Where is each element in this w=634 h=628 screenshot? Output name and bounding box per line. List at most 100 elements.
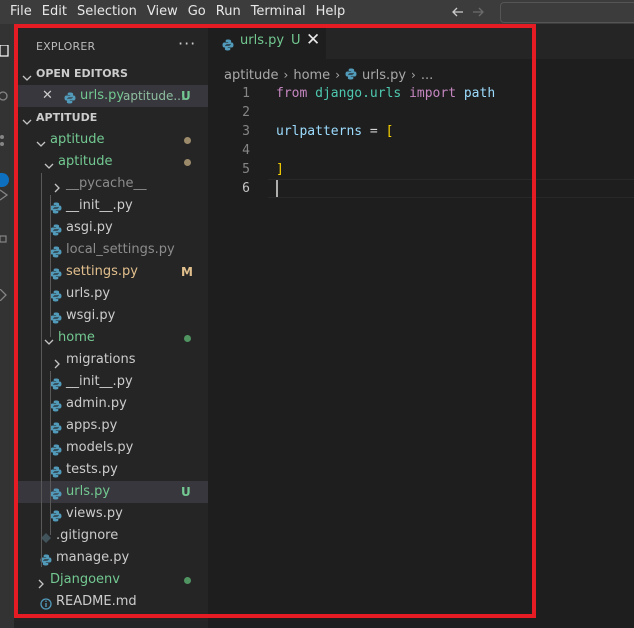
code-token: urlpatterns: [276, 124, 363, 139]
tree-item-gitignore[interactable]: .gitignore: [14, 525, 208, 547]
explorer-sidebar: EXPLORER ··· OPEN EDITORS ✕ urls.py aptitud…: [14, 24, 208, 628]
menu-edit[interactable]: Edit: [37, 0, 72, 24]
tab-urls-py[interactable]: urls.py U ✕: [208, 24, 326, 59]
breadcrumb: aptitude › home › urls.py ›...: [224, 65, 433, 85]
tree-item-urls-py[interactable]: urls.py U: [14, 481, 208, 503]
tree-item-admin-py[interactable]: admin.py: [14, 393, 208, 415]
extensions-icon[interactable]: [0, 231, 10, 243]
status-badge: M: [181, 265, 193, 279]
tree-item-label: Djangoenv: [50, 572, 120, 587]
tree-item-urls-py[interactable]: urls.py: [14, 283, 208, 305]
python-file-icon: [50, 244, 62, 258]
menu-help[interactable]: Help: [311, 0, 351, 24]
chevron-down-icon: [36, 135, 46, 147]
remote-icon[interactable]: [0, 286, 10, 302]
more-actions-icon[interactable]: ···: [178, 34, 196, 53]
close-icon[interactable]: ✕: [42, 85, 53, 107]
code-token: [: [385, 124, 394, 139]
tree-item-label: tests.py: [66, 462, 118, 477]
python-file-icon: [50, 398, 62, 412]
run-debug-icon[interactable]: [0, 186, 10, 201]
breadcrumb-item[interactable]: aptitude: [224, 68, 279, 83]
explorer-icon[interactable]: [0, 42, 10, 57]
python-file-icon: [50, 508, 62, 522]
code-token: import: [409, 86, 457, 101]
chevron-down-icon: [44, 157, 54, 169]
python-file-icon: [50, 266, 62, 280]
tree-item-label: models.py: [66, 440, 134, 455]
tree-item-readme-md[interactable]: README.md: [14, 591, 208, 613]
line-number: 6: [242, 181, 250, 196]
section-aptitude[interactable]: APTITUDE: [14, 107, 208, 129]
tree-item-aptitude[interactable]: aptitude: [14, 151, 208, 173]
tree-item-init-py[interactable]: __init__.py: [14, 371, 208, 393]
menu-file[interactable]: File: [0, 0, 37, 24]
code-line: 1 from django.urls import path: [208, 84, 634, 103]
indent-guide: [50, 195, 51, 337]
menu-run[interactable]: Run: [211, 0, 246, 24]
chevron-right-icon: [36, 575, 46, 589]
tree-item-label: wsgi.py: [66, 308, 116, 323]
tree-item-views-py[interactable]: views.py: [14, 503, 208, 525]
breadcrumb-item[interactable]: ...: [421, 68, 433, 83]
tree-item-wsgi-py[interactable]: wsgi.py: [14, 305, 208, 327]
python-file-icon: [50, 420, 62, 434]
tree-item-init-py[interactable]: __init__.py: [14, 195, 208, 217]
python-file-icon: [64, 90, 76, 104]
tree-item-tests-py[interactable]: tests.py: [14, 459, 208, 481]
tree-item-label: README.md: [56, 594, 137, 609]
command-center[interactable]: [500, 2, 634, 23]
code-text: ]: [276, 160, 284, 179]
breadcrumb-item[interactable]: home: [293, 68, 330, 83]
menu-terminal[interactable]: Terminal: [246, 0, 311, 24]
tree-item-label: __init__.py: [66, 374, 133, 389]
tree-item-aptitude[interactable]: aptitude: [14, 129, 208, 151]
python-file-icon: [50, 310, 62, 324]
breadcrumb-separator-icon: ›: [411, 68, 416, 82]
code-line: 6: [208, 179, 634, 198]
indent-guide: [41, 173, 42, 567]
python-file-icon: [50, 200, 62, 214]
tree-item-apps-py[interactable]: apps.py: [14, 415, 208, 437]
code-line: 3 urlpatterns = [: [208, 122, 634, 141]
tab-label: urls.py: [240, 33, 285, 48]
activity-bar: [0, 24, 14, 628]
back-arrow-icon[interactable]: [450, 4, 466, 20]
tree-item-label: manage.py: [56, 550, 130, 565]
tree-item-home[interactable]: home: [14, 327, 208, 349]
tree-item-settings-py[interactable]: settings.py M: [14, 261, 208, 283]
tree-item-label: .gitignore: [56, 528, 119, 543]
menu-selection[interactable]: Selection: [72, 0, 142, 24]
source-control-icon[interactable]: [0, 131, 10, 146]
tree-item-local-settings-py[interactable]: local_settings.py: [14, 239, 208, 261]
chevron-down-icon: [22, 69, 32, 81]
close-icon[interactable]: ✕: [306, 30, 320, 50]
search-icon[interactable]: [0, 88, 10, 101]
change-dot: [184, 159, 191, 166]
code-token: ]: [276, 162, 284, 177]
tree-item-label: apps.py: [66, 418, 118, 433]
tree-item-manage-py[interactable]: manage.py: [14, 547, 208, 569]
python-file-icon: [50, 376, 62, 390]
menu-view[interactable]: View: [142, 0, 183, 24]
tree-item-asgi-py[interactable]: asgi.py: [14, 217, 208, 239]
change-dot: [184, 137, 191, 144]
chevron-right-icon: [52, 355, 62, 369]
code-token: =: [362, 124, 386, 139]
menu-go[interactable]: Go: [183, 0, 211, 24]
section-open-editors[interactable]: OPEN EDITORS: [14, 63, 208, 85]
tree-item-models-py[interactable]: models.py: [14, 437, 208, 459]
line-number: 2: [242, 105, 250, 120]
tree-item-pycache[interactable]: __pycache__: [14, 173, 208, 195]
python-file-icon: [345, 68, 357, 84]
code-line: 4: [208, 141, 634, 160]
forward-arrow-icon[interactable]: [470, 4, 486, 20]
open-editor-urls-py[interactable]: ✕ urls.py aptitude... U: [14, 85, 208, 107]
line-number: 3: [242, 124, 250, 139]
open-editor-folder: aptitude...: [123, 89, 185, 103]
breadcrumb-separator-icon: ›: [335, 68, 340, 82]
explorer-title: EXPLORER: [36, 40, 96, 53]
breadcrumb-item[interactable]: urls.py: [362, 68, 406, 83]
tree-item-migrations[interactable]: migrations: [14, 349, 208, 371]
tree-item-djangoenv[interactable]: Djangoenv: [14, 569, 208, 591]
